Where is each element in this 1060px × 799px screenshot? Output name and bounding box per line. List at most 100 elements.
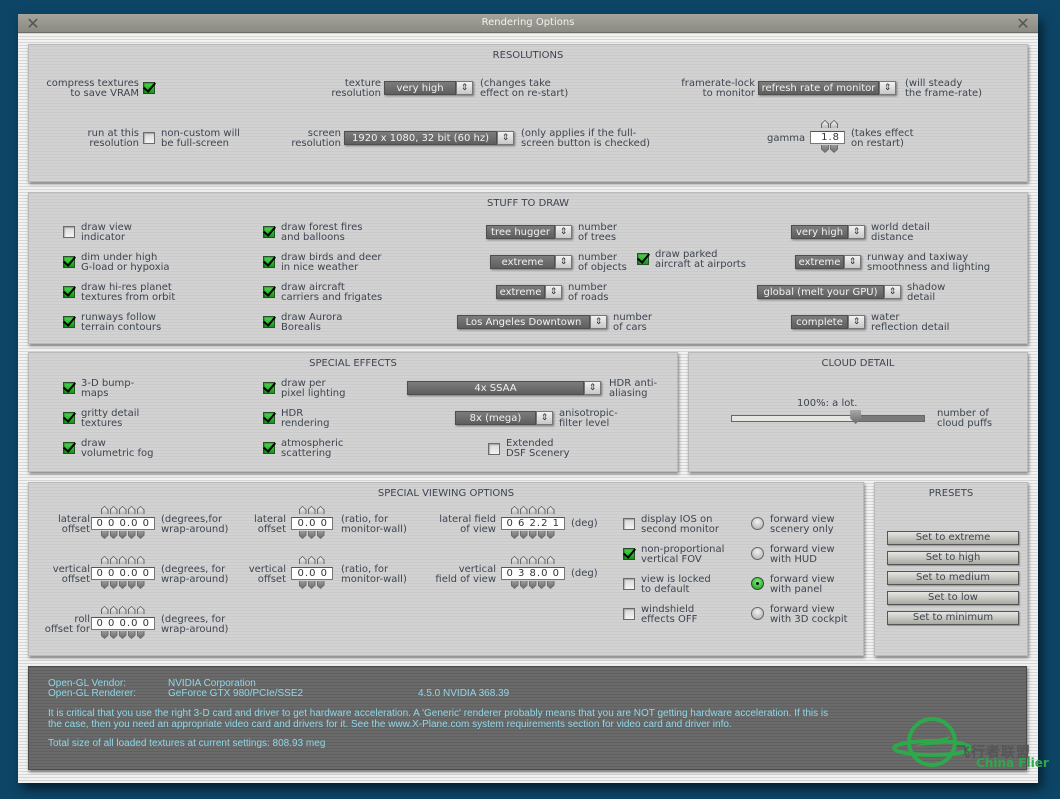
ratio-offset-input[interactable]: 0.0 0 [291, 567, 333, 580]
arrow-down-icon[interactable] [118, 581, 127, 589]
arrow-down-icon[interactable] [100, 531, 109, 539]
arrow-down-icon[interactable] [118, 531, 127, 539]
decrement-arrows[interactable] [510, 581, 556, 589]
arrow-up-icon[interactable] [100, 556, 109, 564]
increment-arrows[interactable] [510, 556, 556, 564]
draw-quantity-select[interactable]: extreme ⇕ [490, 255, 572, 269]
effect-checkbox[interactable] [63, 412, 75, 424]
arrow-up-icon[interactable] [546, 556, 555, 564]
effect-checkbox[interactable] [263, 412, 275, 424]
increment-arrows[interactable] [298, 506, 326, 514]
texture-resolution-select[interactable]: very high ⇕ [384, 81, 473, 95]
preset-button[interactable]: Set to extreme [887, 531, 1019, 545]
effect-checkbox[interactable] [63, 382, 75, 394]
arrow-up-icon[interactable] [109, 556, 118, 564]
arrow-down-icon[interactable] [109, 581, 118, 589]
arrow-up-icon[interactable] [127, 556, 136, 564]
detail-select[interactable]: very high ⇕ [791, 225, 865, 239]
preset-button[interactable]: Set to medium [887, 571, 1019, 585]
forward-view-radio[interactable] [751, 517, 764, 530]
arrow-down-icon[interactable] [510, 581, 519, 589]
gamma-input[interactable]: 1.8 [810, 131, 845, 144]
arrow-down-icon[interactable] [100, 581, 109, 589]
arrow-down-icon[interactable] [109, 531, 118, 539]
arrow-down-icon[interactable] [118, 631, 127, 639]
arrow-down-icon[interactable] [127, 581, 136, 589]
arrow-down-icon[interactable] [519, 581, 528, 589]
arrow-up-icon[interactable] [528, 506, 537, 514]
arrow-up-icon[interactable] [307, 506, 316, 514]
arrow-down-icon[interactable] [830, 145, 838, 153]
effect-checkbox[interactable] [263, 442, 275, 454]
arrow-up-icon[interactable] [136, 556, 145, 564]
arrow-down-icon[interactable] [528, 581, 537, 589]
arrow-down-icon[interactable] [127, 631, 136, 639]
draw-option-checkbox[interactable] [63, 286, 75, 298]
arrow-up-icon[interactable] [118, 506, 127, 514]
gamma-down-arrows[interactable] [821, 145, 839, 153]
fov-input[interactable]: 0 6 2.2 1 [501, 517, 565, 530]
arrow-up-icon[interactable] [136, 506, 145, 514]
arrow-down-icon[interactable] [100, 631, 109, 639]
increment-arrows[interactable] [100, 506, 146, 514]
cloud-puffs-slider[interactable] [731, 415, 925, 422]
decrement-arrows[interactable] [100, 531, 146, 539]
draw-option-checkbox[interactable] [63, 316, 75, 328]
arrow-down-icon[interactable] [546, 581, 555, 589]
increment-arrows[interactable] [510, 506, 556, 514]
screen-resolution-select[interactable]: 1920 x 1080, 32 bit (60 hz) ⇕ [344, 131, 514, 145]
arrow-down-icon[interactable] [136, 631, 145, 639]
arrow-up-icon[interactable] [821, 120, 829, 128]
framerate-lock-select[interactable]: refresh rate of monitor ⇕ [758, 81, 896, 95]
decrement-arrows[interactable] [100, 631, 146, 639]
decrement-arrows[interactable] [510, 531, 556, 539]
draw-option-checkbox[interactable] [263, 256, 275, 268]
increment-arrows[interactable] [298, 556, 326, 564]
arrow-up-icon[interactable] [109, 506, 118, 514]
preset-button[interactable]: Set to high [887, 551, 1019, 565]
ratio-offset-input[interactable]: 0.0 0 [291, 517, 333, 530]
arrow-up-icon[interactable] [136, 606, 145, 614]
arrow-down-icon[interactable] [528, 531, 537, 539]
forward-view-radio[interactable] [751, 547, 764, 560]
arrow-down-icon[interactable] [109, 631, 118, 639]
gamma-up-arrows[interactable] [821, 120, 839, 128]
arrow-down-icon[interactable] [127, 531, 136, 539]
detail-select[interactable]: global (melt your GPU) ⇕ [757, 285, 901, 299]
draw-quantity-select[interactable]: extreme ⇕ [496, 285, 562, 299]
forward-view-radio[interactable] [751, 607, 764, 620]
draw-quantity-select[interactable]: Los Angeles Downtown ⇕ [457, 315, 607, 329]
arrow-up-icon[interactable] [830, 120, 838, 128]
degree-offset-input[interactable]: 0 0 0.0 0 [91, 517, 155, 530]
draw-option-checkbox[interactable] [63, 256, 75, 268]
decrement-arrows[interactable] [298, 581, 326, 589]
arrow-up-icon[interactable] [316, 556, 325, 564]
draw-option-checkbox[interactable] [263, 226, 275, 238]
decrement-arrows[interactable] [100, 581, 146, 589]
preset-button[interactable]: Set to low [887, 591, 1019, 605]
degree-offset-input[interactable]: 0 0 0.0 0 [91, 617, 155, 630]
effect-checkbox[interactable] [263, 382, 275, 394]
fov-input[interactable]: 0 3 8.0 0 [501, 567, 565, 580]
detail-select[interactable]: complete ⇕ [791, 315, 865, 329]
arrow-up-icon[interactable] [519, 556, 528, 564]
arrow-up-icon[interactable] [519, 506, 528, 514]
arrow-up-icon[interactable] [109, 606, 118, 614]
arrow-up-icon[interactable] [316, 506, 325, 514]
arrow-up-icon[interactable] [127, 506, 136, 514]
compress-textures-checkbox[interactable] [143, 82, 155, 94]
arrow-down-icon[interactable] [821, 145, 829, 153]
arrow-down-icon[interactable] [136, 581, 145, 589]
arrow-up-icon[interactable] [127, 606, 136, 614]
arrow-down-icon[interactable] [537, 581, 546, 589]
draw-option-checkbox[interactable] [263, 316, 275, 328]
arrow-down-icon[interactable] [519, 531, 528, 539]
arrow-up-icon[interactable] [528, 556, 537, 564]
decrement-arrows[interactable] [298, 531, 326, 539]
arrow-up-icon[interactable] [510, 556, 519, 564]
detail-select[interactable]: extreme ⇕ [795, 255, 861, 269]
arrow-down-icon[interactable] [537, 531, 546, 539]
draw-quantity-select[interactable]: tree hugger ⇕ [486, 225, 572, 239]
arrow-down-icon[interactable] [298, 531, 307, 539]
title-bar[interactable]: ✕ Rendering Options ✕ [18, 14, 1038, 33]
